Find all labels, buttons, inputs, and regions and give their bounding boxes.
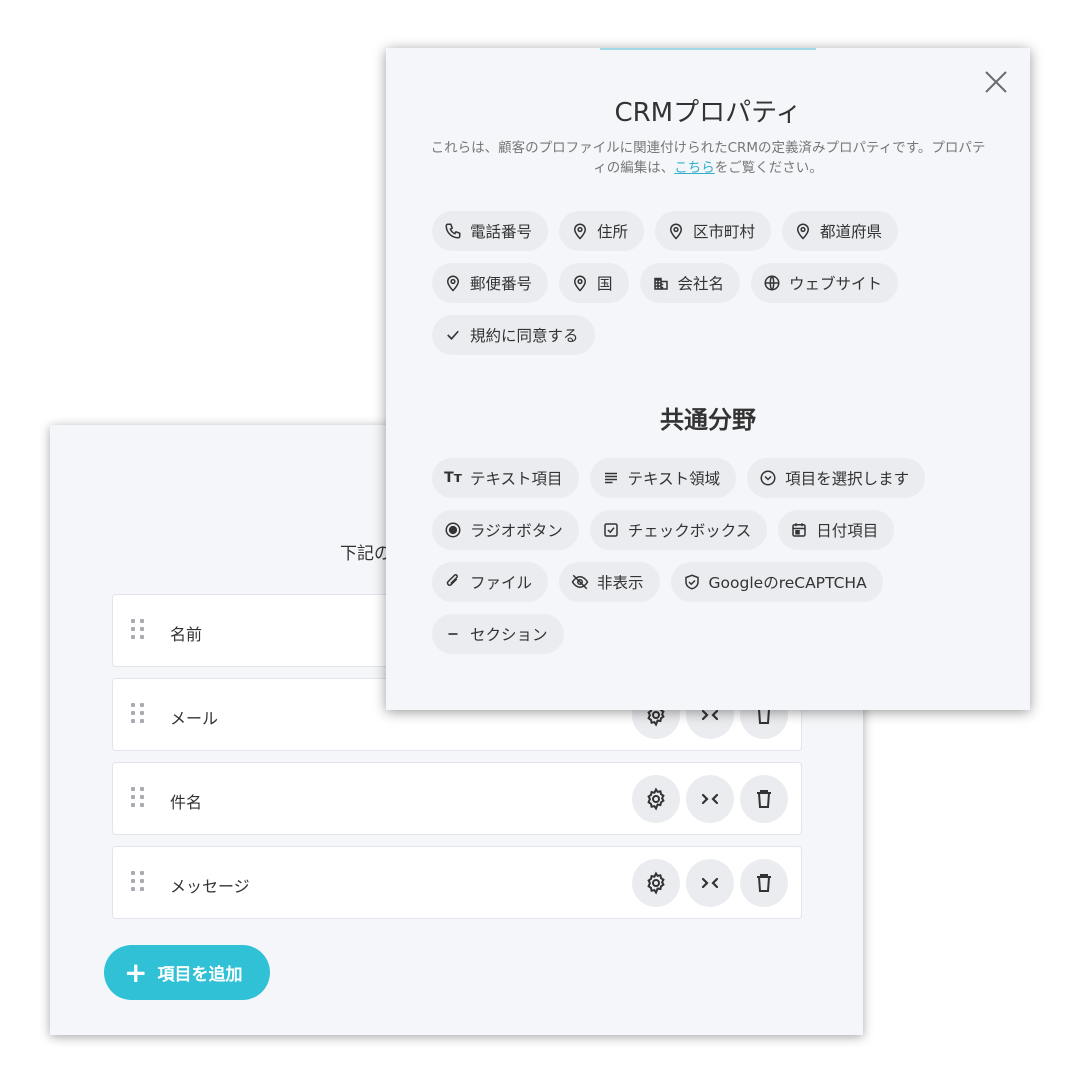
drag-handle-icon[interactable] bbox=[131, 787, 145, 809]
calendar-icon bbox=[790, 521, 808, 539]
text-area-icon bbox=[602, 469, 620, 487]
chip-label: ウェブサイト bbox=[789, 275, 883, 293]
chip-label: 区市町村 bbox=[693, 223, 756, 241]
drag-handle-icon[interactable] bbox=[131, 619, 145, 641]
field-label: メール bbox=[170, 709, 219, 728]
chip-postal-code[interactable]: 郵便番号 bbox=[432, 263, 549, 303]
chip-label: 項目を選択します bbox=[785, 470, 910, 488]
chip-text-area[interactable]: テキスト領域 bbox=[589, 458, 737, 498]
crm-properties-modal: CRMプロパティ これらは、顧客のプロファイルに関連付けられたCRMの定義済みプ… bbox=[386, 48, 1030, 710]
chip-hidden[interactable]: 非表示 bbox=[559, 562, 660, 602]
gear-icon bbox=[647, 787, 665, 811]
chip-label: テキスト項目 bbox=[470, 470, 563, 488]
collapse-arrows-icon bbox=[701, 793, 719, 805]
chip-recaptcha[interactable]: GoogleのreCAPTCHA bbox=[670, 562, 883, 602]
field-label: 名前 bbox=[170, 625, 203, 644]
eye-off-icon bbox=[571, 573, 589, 591]
minus-icon bbox=[444, 625, 462, 643]
chip-label: 規約に同意する bbox=[470, 327, 579, 345]
chip-label: 国 bbox=[597, 275, 613, 293]
paperclip-icon bbox=[444, 573, 462, 591]
common-fields-title: 共通分野 bbox=[660, 406, 756, 434]
chip-website[interactable]: ウェブサイト bbox=[751, 263, 899, 303]
instruction-text: 下記の bbox=[340, 544, 391, 564]
chip-date[interactable]: 日付項目 bbox=[778, 510, 895, 550]
chip-label: チェックボックス bbox=[627, 522, 752, 540]
location-pin-icon bbox=[667, 222, 685, 240]
collapse-button[interactable] bbox=[686, 775, 734, 823]
modal-title: CRMプロパティ bbox=[614, 98, 802, 128]
chip-radio[interactable]: ラジオボタン bbox=[432, 510, 579, 550]
modal-description: これらは、顧客のプロファイルに関連付けられたCRMの定義済みプロパティです。プロ… bbox=[426, 138, 990, 178]
chip-label: 日付項目 bbox=[816, 522, 879, 540]
shield-check-icon bbox=[683, 573, 701, 591]
collapse-arrows-icon bbox=[701, 877, 719, 889]
chip-section[interactable]: セクション bbox=[432, 614, 564, 654]
chip-label: 会社名 bbox=[677, 275, 725, 293]
field-row-subject[interactable]: 件名 bbox=[112, 762, 802, 835]
chip-terms[interactable]: 規約に同意する bbox=[432, 315, 595, 355]
plus-icon: + bbox=[124, 955, 148, 989]
location-pin-icon bbox=[794, 222, 812, 240]
settings-button[interactable] bbox=[632, 859, 680, 907]
delete-button[interactable] bbox=[740, 859, 788, 907]
delete-button[interactable] bbox=[740, 775, 788, 823]
description-text-end: をご覧ください。 bbox=[714, 160, 823, 176]
modal-top-accent bbox=[600, 48, 816, 50]
chip-label: 郵便番号 bbox=[470, 275, 533, 293]
chip-company[interactable]: 会社名 bbox=[639, 263, 741, 303]
drag-handle-icon[interactable] bbox=[131, 871, 145, 893]
chip-label: 住所 bbox=[597, 223, 629, 241]
checkmark-icon bbox=[444, 326, 462, 344]
field-label: メッセージ bbox=[170, 877, 250, 896]
field-label: 件名 bbox=[170, 793, 203, 812]
gear-icon bbox=[647, 871, 665, 895]
drag-handle-icon[interactable] bbox=[131, 703, 145, 725]
dropdown-icon bbox=[759, 469, 777, 487]
chip-prefecture[interactable]: 都道府県 bbox=[782, 211, 899, 251]
trash-icon bbox=[757, 790, 771, 808]
chip-label: セクション bbox=[470, 626, 548, 644]
chip-phone[interactable]: 電話番号 bbox=[432, 211, 549, 251]
chip-label: 電話番号 bbox=[470, 223, 533, 241]
chip-address[interactable]: 住所 bbox=[559, 211, 645, 251]
chip-label: テキスト領域 bbox=[627, 470, 721, 488]
chip-text-field[interactable]: Tт テキスト項目 bbox=[432, 458, 579, 498]
chip-file[interactable]: ファイル bbox=[432, 562, 549, 602]
location-pin-icon bbox=[571, 274, 589, 292]
trash-icon bbox=[757, 874, 771, 892]
building-icon bbox=[652, 274, 670, 292]
add-field-button[interactable]: + 項目を追加 bbox=[104, 945, 271, 1000]
chip-country[interactable]: 国 bbox=[559, 263, 629, 303]
add-field-label: 項目を追加 bbox=[157, 965, 243, 985]
globe-icon bbox=[763, 274, 781, 292]
settings-button[interactable] bbox=[632, 775, 680, 823]
chip-label: 非表示 bbox=[597, 574, 644, 592]
chip-label: 都道府県 bbox=[820, 223, 883, 241]
location-pin-icon bbox=[444, 274, 462, 292]
collapse-button[interactable] bbox=[686, 859, 734, 907]
chip-label: ラジオボタン bbox=[470, 522, 563, 540]
edit-properties-link[interactable]: こちら bbox=[674, 160, 715, 176]
chip-city[interactable]: 区市町村 bbox=[655, 211, 772, 251]
text-field-icon: Tт bbox=[444, 470, 462, 486]
chip-checkbox[interactable]: チェックボックス bbox=[589, 510, 768, 550]
chip-label: ファイル bbox=[470, 574, 533, 592]
location-pin-icon bbox=[571, 222, 589, 240]
phone-icon bbox=[444, 222, 462, 240]
chip-label: GoogleのreCAPTCHA bbox=[708, 574, 867, 592]
chip-select[interactable]: 項目を選択します bbox=[747, 458, 926, 498]
field-row-message[interactable]: メッセージ bbox=[112, 846, 802, 919]
radio-icon bbox=[444, 521, 462, 539]
checkbox-icon bbox=[602, 521, 620, 539]
